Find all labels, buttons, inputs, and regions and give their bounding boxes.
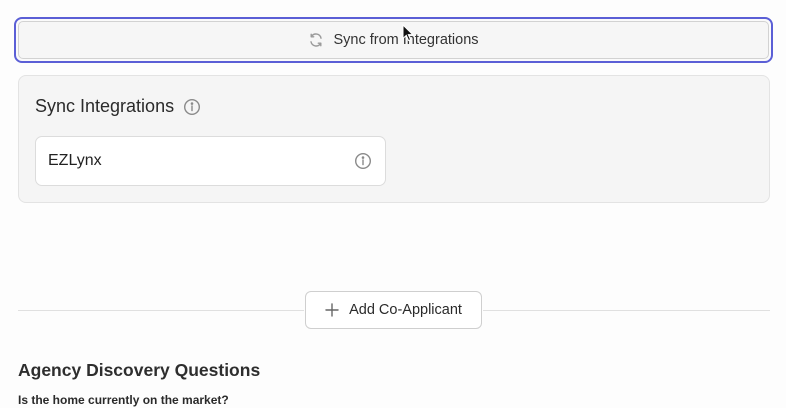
panel-title: Sync Integrations bbox=[35, 96, 175, 116]
plus-icon bbox=[325, 303, 339, 317]
panel-header: Sync Integrations bbox=[35, 96, 201, 117]
info-icon[interactable] bbox=[354, 152, 372, 170]
sync-button-body[interactable]: Sync from Integrations bbox=[18, 21, 769, 59]
refresh-icon bbox=[308, 32, 324, 48]
sync-from-integrations-button[interactable]: Sync from Integrations bbox=[14, 17, 773, 63]
integration-name: EZLynx bbox=[48, 152, 102, 169]
add-co-applicant-label: Add Co-Applicant bbox=[349, 302, 462, 318]
sync-integrations-panel: Sync Integrations EZLynx bbox=[18, 75, 770, 203]
divider-right bbox=[483, 310, 770, 311]
mouse-cursor-icon bbox=[402, 24, 414, 42]
info-icon[interactable] bbox=[183, 98, 201, 116]
page: Sync from Integrations Sync Integrations… bbox=[0, 0, 786, 408]
divider-left bbox=[18, 310, 304, 311]
add-co-applicant-button[interactable]: Add Co-Applicant bbox=[305, 291, 482, 329]
question-label: Is the home currently on the market? bbox=[18, 393, 229, 407]
section-title: Agency Discovery Questions bbox=[18, 360, 261, 380]
integration-card-ezlynx[interactable]: EZLynx bbox=[35, 136, 386, 186]
